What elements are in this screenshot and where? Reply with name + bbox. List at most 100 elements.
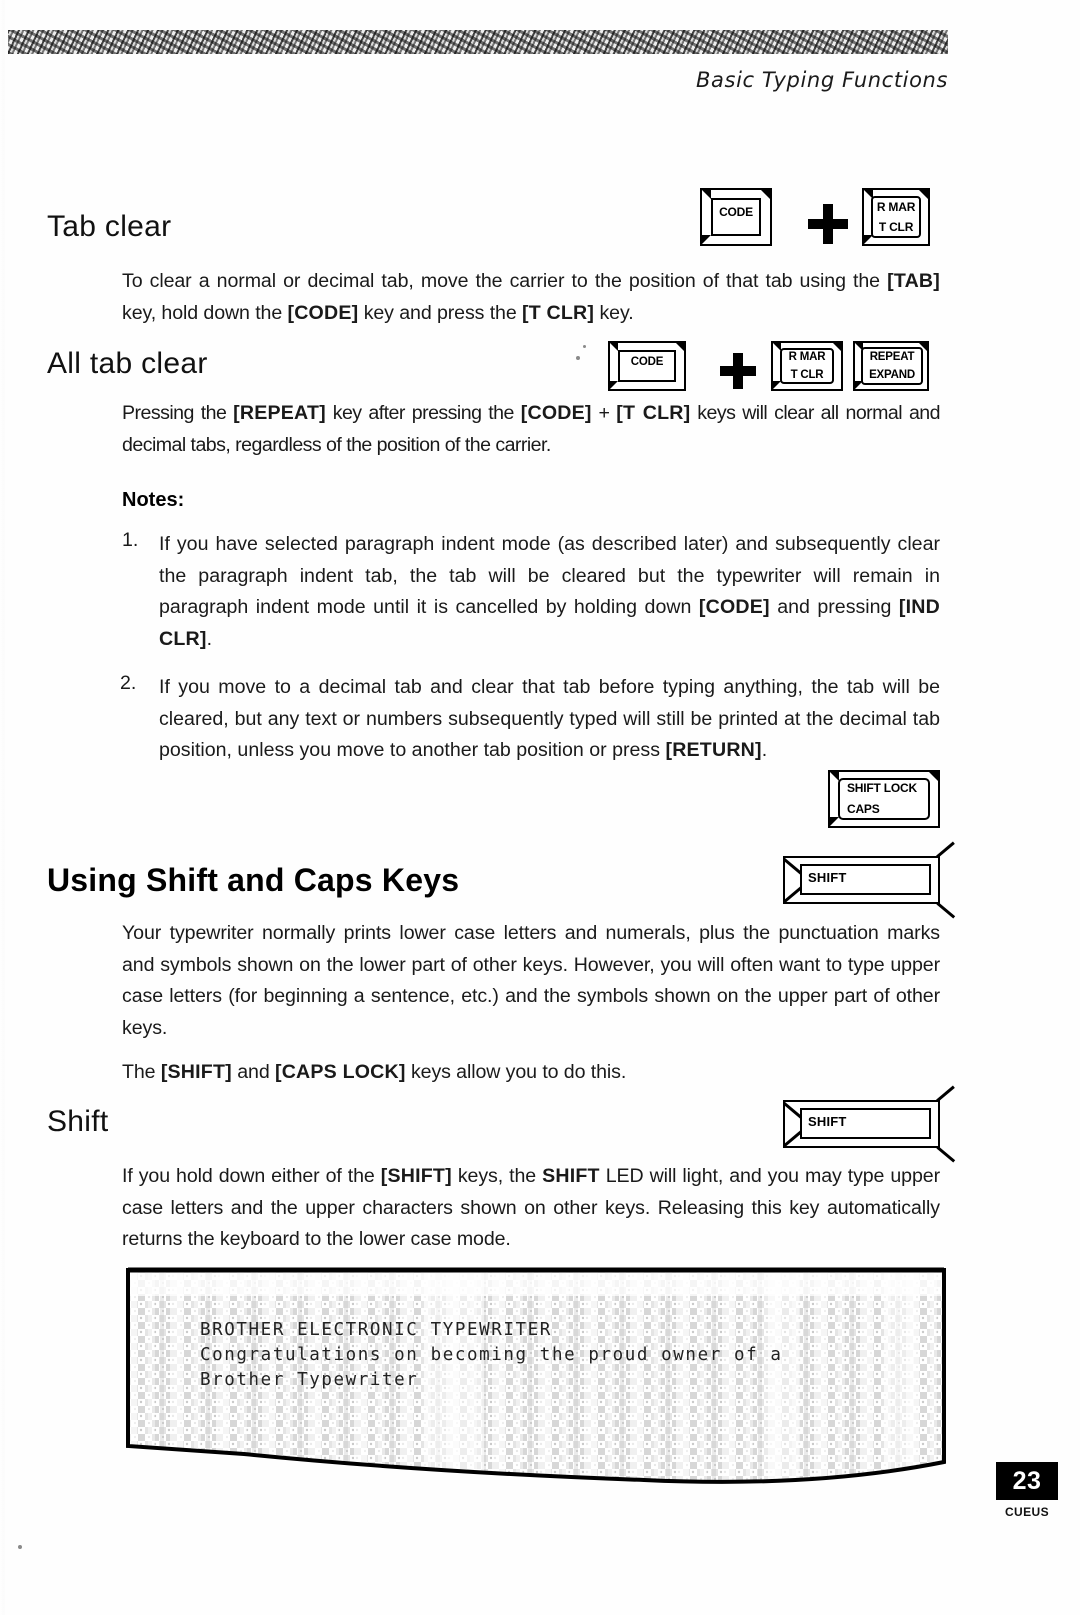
paper-typed-line: BROTHER ELECTRONIC TYPEWRITER [200, 1320, 552, 1340]
keycap-label-shift: SHIFT [808, 1114, 847, 1129]
heading-shift: Shift [47, 1105, 109, 1138]
keycap-label-t-clr: T CLR [878, 219, 914, 234]
text-run: keys allow you to do this. [405, 1061, 627, 1083]
document-page: Basic Typing Functions Tab clear CODE R … [0, 0, 1080, 1615]
text-run: + [591, 402, 617, 424]
keycap-label-caps: CAPS [847, 802, 880, 816]
keycap-t-clr: R MAR T CLR [771, 341, 843, 391]
plus-operator-icon [808, 204, 848, 244]
keycap-bevel-corner [929, 772, 938, 781]
keycap-bevel-corner [676, 343, 684, 351]
key-name-emphasis: [CAPS LOCK] [274, 1061, 406, 1083]
text-run: If you move to a decimal tab and clear t… [159, 676, 940, 761]
key-name-emphasis: [SHIFT] [160, 1061, 232, 1083]
scan-speck [583, 345, 586, 348]
paragraph-all-tab-clear: Pressing the [REPEAT] key after pressing… [122, 398, 941, 461]
keycap-bevel-corner [919, 235, 928, 244]
text-run: and pressing [769, 596, 899, 618]
keycap-face-shift-lock: SHIFT LOCK CAPS [838, 778, 930, 820]
heading-all-tab-clear: All tab clear [47, 347, 208, 380]
keycap-label-code: CODE [719, 204, 753, 219]
key-name-emphasis: [RETURN] [665, 739, 762, 761]
keycap-face-t-clr: R MAR T CLR [871, 196, 921, 238]
key-name-emphasis: SHIFT [542, 1165, 600, 1187]
keycap-label-shift-lock: SHIFT LOCK [847, 781, 917, 796]
text-run: Your typewriter normally prints lower ca… [122, 922, 940, 1039]
footer-code: CUEUS [1004, 1505, 1049, 1519]
key-diagram-tab-clear: CODE R MAR T CLR [700, 188, 930, 246]
key-name-emphasis: [T CLR] [522, 301, 595, 324]
notes-label: Notes: [122, 489, 185, 511]
paragraph-shift: If you hold down either of the [SHIFT] k… [122, 1161, 940, 1256]
typewriter-paper-illustration: BROTHER ELECTRONIC TYPEWRITER Congratula… [124, 1266, 948, 1488]
keycap-bevel-corner [702, 235, 711, 244]
keycap-label-repeat: REPEAT [869, 351, 915, 364]
key-name-emphasis: [T CLR] [616, 402, 691, 424]
keycap-bevel-corner [610, 381, 618, 389]
text-run: key after pressing the [325, 402, 521, 424]
keycap-shift-lock-caps: SHIFT LOCK CAPS [828, 770, 940, 828]
keycap-shift-upper: SHIFT [783, 841, 955, 919]
paper-typed-line: Brother Typewriter [200, 1370, 419, 1390]
text-run: . [206, 627, 213, 650]
keycap-bevel-diagonal [936, 1146, 955, 1163]
keycap-face-repeat-expand: REPEAT EXPAND [861, 347, 923, 385]
text-run: To clear a normal or decimal tab, move t… [122, 270, 888, 292]
text-run: key, hold down the [122, 301, 288, 324]
text-run: and [231, 1061, 275, 1083]
keycap-bevel-corner [761, 190, 770, 199]
keycap-bevel-corner [676, 381, 684, 389]
keycap-bevel-corner [610, 343, 618, 351]
text-run: If you hold down either of the [122, 1165, 381, 1187]
keycap-label-r-mar: R MAR [876, 199, 916, 214]
paragraph-tab-clear: To clear a normal or decimal tab, move t… [122, 266, 940, 329]
keycap-label-code: CODE [630, 355, 664, 368]
key-name-emphasis: [REPEAT] [233, 402, 326, 424]
keycap-bevel-corner [833, 343, 841, 351]
note-item-1: If you have selected paragraph indent mo… [159, 529, 940, 655]
keycap-repeat-expand: REPEAT EXPAND [853, 341, 929, 391]
keycap-code: CODE [608, 341, 686, 391]
keycap-label-r-mar: R MAR [788, 351, 826, 364]
text-run: keys, the [451, 1165, 543, 1187]
text-run: Pressing the [122, 402, 234, 424]
key-name-emphasis: [CODE] [287, 301, 359, 324]
paragraph-shift-caps-intro: Your typewriter normally prints lower ca… [122, 918, 940, 1044]
heading-using-shift-and-caps-keys: Using Shift and Caps Keys [47, 862, 460, 898]
note-item-2: If you move to a decimal tab and clear t… [159, 672, 940, 767]
heading-tab-clear: Tab clear [47, 210, 172, 243]
key-name-emphasis: [SHIFT] [380, 1165, 452, 1187]
keycap-label-shift: SHIFT [808, 870, 847, 885]
scan-edge-artifact-left [0, 0, 6, 1615]
scan-speck [576, 356, 580, 360]
keycap-bevel-corner [830, 817, 839, 826]
keycap-t-clr: R MAR T CLR [862, 188, 930, 246]
text-run: key and press the [358, 301, 522, 324]
text-run: The [122, 1061, 161, 1083]
paragraph-shift-caps-keys: The [SHIFT] and [CAPS LOCK] keys allow y… [122, 1057, 940, 1089]
plus-operator-icon [720, 353, 756, 389]
keycap-bevel-diagonal [936, 902, 955, 919]
key-diagram-all-tab-clear: CODE R MAR T CLR REPEAT EXPAND [608, 341, 929, 391]
scan-edge-artifact-top [8, 30, 948, 54]
text-run: . [761, 739, 768, 761]
keycap-face-code: CODE [711, 198, 761, 236]
note-number: 2. [120, 672, 137, 694]
key-name-emphasis: [CODE] [520, 402, 592, 424]
key-name-emphasis: [CODE] [698, 596, 770, 618]
keycap-bevel-corner [761, 235, 770, 244]
keycap-shift-lower: SHIFT [783, 1085, 955, 1163]
keycap-face-t-clr: R MAR T CLR [780, 348, 834, 384]
page-number-badge: 23 [996, 1462, 1058, 1500]
keycap-label-t-clr: T CLR [790, 368, 824, 381]
keycap-face-code: CODE [618, 350, 676, 382]
keycap-bevel-diagonal [936, 841, 955, 858]
keycap-label-expand: EXPAND [869, 368, 915, 381]
keycap-code: CODE [700, 188, 772, 246]
scan-speck [18, 1545, 22, 1549]
keycap-bevel-corner [833, 381, 841, 389]
note-number: 1. [122, 529, 139, 551]
keycap-bevel-corner [702, 190, 711, 199]
paper-typed-line: Congratulations on becoming the proud ow… [200, 1345, 783, 1365]
running-head: Basic Typing Functions [696, 68, 948, 92]
